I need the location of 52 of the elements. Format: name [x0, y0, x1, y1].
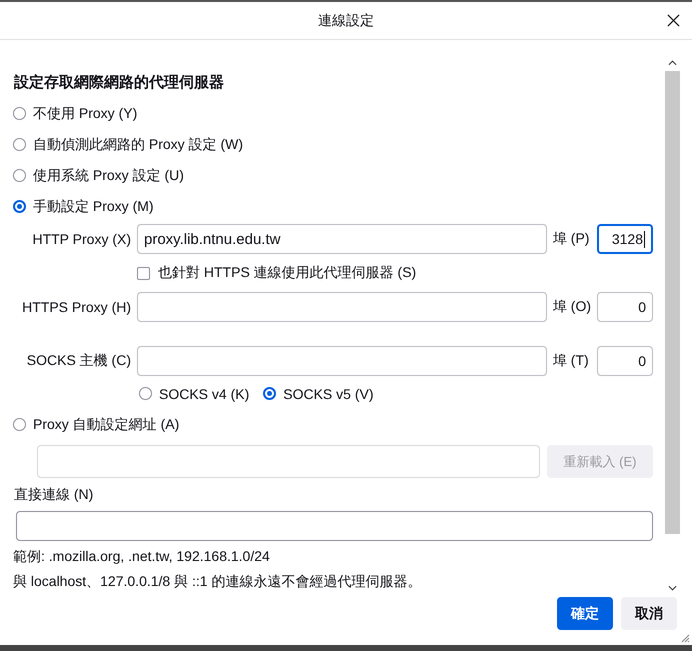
radio-option[interactable]: SOCKS v5 (V) [263, 378, 374, 409]
checkbox-label: 也針對 HTTPS 連線使用此代理伺服器 (S) [158, 264, 416, 282]
field-value: 0 [638, 299, 646, 315]
field-value: 3128 [612, 231, 643, 247]
field-value: proxy.lib.ntnu.edu.tw [144, 230, 280, 248]
port-label: 埠 (P) [552, 230, 590, 248]
option-label: Proxy 自動設定網址 (A) [33, 416, 180, 434]
radio-button[interactable] [263, 387, 276, 400]
option-label: 手動設定 Proxy (M) [33, 198, 154, 216]
resize-grip-icon[interactable] [680, 633, 690, 643]
port-field[interactable]: 0 [597, 292, 653, 322]
option-label: 自動偵測此網路的 Proxy 設定 (W) [33, 136, 243, 154]
host-field[interactable] [137, 292, 547, 322]
field-label: HTTP Proxy (X) [31, 231, 131, 247]
radio-option[interactable]: 手動設定 Proxy (M) [13, 191, 154, 222]
radio-option[interactable]: 不使用 Proxy (Y) [13, 98, 138, 129]
no-proxy-field[interactable] [16, 511, 653, 541]
radio-button[interactable] [13, 107, 26, 120]
radio-button[interactable] [13, 138, 26, 151]
option-label: 使用系統 Proxy 設定 (U) [33, 166, 184, 184]
checkbox[interactable] [137, 266, 150, 280]
option-label: 不使用 Proxy (Y) [33, 104, 138, 122]
host-field[interactable] [137, 346, 547, 376]
port-label: 埠 (O) [552, 298, 591, 316]
radio-option[interactable]: Proxy 自動設定網址 (A) [13, 409, 180, 440]
field-value: 0 [638, 353, 646, 369]
scroll-down-icon[interactable] [668, 585, 677, 591]
scroll-up-icon[interactable] [668, 60, 677, 66]
url-field[interactable] [37, 445, 540, 478]
field-label: SOCKS 主機 (C) [26, 352, 131, 370]
cancel-button[interactable]: 取消 [621, 597, 677, 630]
radio-option[interactable]: 自動偵測此網路的 Proxy 設定 (W) [13, 129, 243, 160]
field-label: HTTPS Proxy (H) [21, 299, 131, 315]
example-text: 範例: .mozilla.org, .net.tw, 192.168.1.0/24 [13, 547, 271, 566]
field-label: 直接連線 (N) [14, 486, 94, 504]
close-icon[interactable] [667, 14, 680, 27]
radio-button[interactable] [13, 169, 26, 182]
note-text: 與 localhost、127.0.0.1/8 與 ::1 的連線永遠不會經過代理伺服器。 [13, 572, 422, 591]
window-title: 連線設定 [318, 12, 374, 30]
option-label: SOCKS v4 (K) [159, 386, 250, 402]
port-label: 埠 (T) [552, 352, 590, 370]
radio-button[interactable] [139, 387, 152, 400]
port-field[interactable]: 0 [597, 346, 653, 376]
port-field[interactable]: 3128 [597, 224, 653, 254]
ok-button[interactable]: 確定 [557, 597, 613, 630]
radio-button[interactable] [13, 418, 26, 431]
section-heading: 設定存取網際網路的代理伺服器 [14, 73, 225, 92]
radio-button[interactable] [13, 200, 26, 213]
radio-option[interactable]: SOCKS v4 (K) [139, 378, 250, 409]
option-label: SOCKS v5 (V) [283, 386, 374, 402]
host-field[interactable]: proxy.lib.ntnu.edu.tw [137, 224, 547, 254]
radio-option[interactable]: 使用系統 Proxy 設定 (U) [13, 160, 184, 191]
